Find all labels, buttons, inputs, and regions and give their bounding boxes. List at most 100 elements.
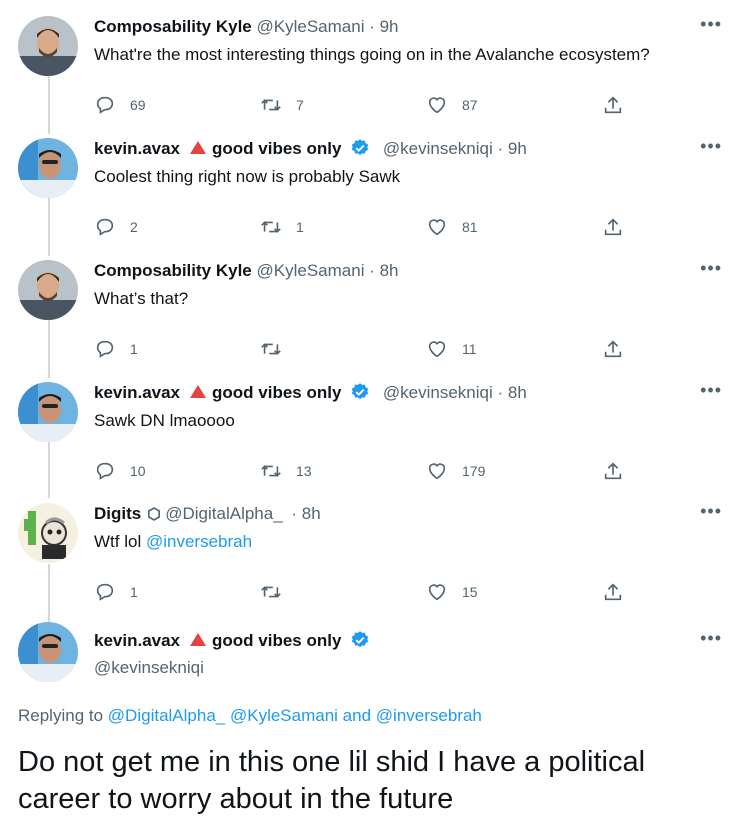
share-button[interactable] <box>602 94 638 116</box>
avalanche-triangle-icon <box>190 385 207 398</box>
retweet-button[interactable] <box>260 581 306 603</box>
replying-and[interactable]: and <box>343 706 371 725</box>
author-name[interactable]: kevin.avax <box>94 139 180 158</box>
more-options-button[interactable]: ••• <box>700 502 722 520</box>
reply-icon <box>96 96 114 114</box>
retweet-button[interactable]: 13 <box>260 460 312 482</box>
verified-badge-icon <box>351 383 369 400</box>
author-name-suffix[interactable]: good vibes only <box>212 631 341 650</box>
share-button[interactable] <box>602 460 638 482</box>
reply-count: 10 <box>130 463 146 479</box>
reply-button[interactable]: 2 <box>94 216 140 238</box>
author-name-suffix[interactable]: good vibes only <box>212 139 341 158</box>
author-handle[interactable]: @kevinsekniqi <box>383 139 493 158</box>
share-button[interactable] <box>602 216 638 238</box>
share-button[interactable] <box>602 581 638 603</box>
main-tweet: kevin.avax good vibes only ••• @kevinsekn… <box>0 622 744 690</box>
author-name[interactable]: kevin.avax <box>94 631 180 650</box>
mention-link[interactable]: @KyleSamani <box>230 706 338 725</box>
tweet-text: What’s that? <box>94 289 189 308</box>
like-button[interactable]: 87 <box>426 94 478 116</box>
more-options-button[interactable]: ••• <box>700 137 722 155</box>
tweet-text: Wtf lol @inversebrah <box>94 531 252 553</box>
reply-icon <box>96 340 114 358</box>
like-button[interactable]: 15 <box>426 581 478 603</box>
reply-button[interactable]: 10 <box>94 460 146 482</box>
more-options-button[interactable]: ••• <box>700 15 722 33</box>
share-icon <box>604 462 622 480</box>
reply-button[interactable]: 69 <box>94 94 146 116</box>
replying-prefix: Replying to <box>18 706 104 725</box>
replying-to: Replying to @DigitalAlpha_ @KyleSamani a… <box>18 706 482 726</box>
like-count: 15 <box>462 584 478 600</box>
tweet-header: kevin.avax good vibes only <box>94 630 370 652</box>
avatar[interactable] <box>18 622 78 682</box>
avatar[interactable] <box>18 260 78 320</box>
timestamp[interactable]: 8h <box>380 261 399 280</box>
avatar[interactable] <box>18 382 78 442</box>
avatar[interactable] <box>18 138 78 198</box>
retweet-icon <box>261 465 281 477</box>
tweet-text: What're the most interesting things goin… <box>94 45 650 64</box>
more-options-button[interactable]: ••• <box>700 629 722 647</box>
author-name[interactable]: Composability Kyle <box>94 261 252 280</box>
tweet-actions: 10 13 179 <box>94 460 634 488</box>
retweet-icon <box>261 221 281 233</box>
author-handle[interactable]: @KyleSamani <box>257 261 365 280</box>
tweet[interactable]: Composability Kyle @KyleSamani · 8h ••• … <box>0 259 744 370</box>
author-handle[interactable]: @DigitalAlpha_ <box>165 504 282 523</box>
timestamp[interactable]: 9h <box>508 139 527 158</box>
separator: · <box>364 261 380 280</box>
timestamp[interactable]: 8h <box>508 383 527 402</box>
share-icon <box>604 96 622 114</box>
mention-link[interactable]: @inversebrah <box>376 706 482 725</box>
reply-count: 2 <box>130 219 138 235</box>
avatar[interactable] <box>18 16 78 76</box>
retweet-icon <box>261 99 281 111</box>
more-options-button[interactable]: ••• <box>700 381 722 399</box>
like-button[interactable]: 81 <box>426 216 478 238</box>
share-icon <box>604 340 622 358</box>
author-handle[interactable]: @kevinsekniqi <box>94 658 204 678</box>
tweet-header: Composability Kyle @KyleSamani · 8h <box>94 260 399 282</box>
reply-count: 1 <box>130 341 138 357</box>
like-button[interactable]: 179 <box>426 460 485 482</box>
retweet-button[interactable] <box>260 338 306 360</box>
tweet[interactable]: Composability Kyle @KyleSamani · 9h ••• … <box>0 15 744 126</box>
retweet-button[interactable]: 7 <box>260 94 306 116</box>
author-name-suffix[interactable]: good vibes only <box>212 383 341 402</box>
author-handle[interactable]: @kevinsekniqi <box>383 383 493 402</box>
tweet[interactable]: kevin.avax good vibes only @kevinsekniqi … <box>0 137 744 248</box>
share-button[interactable] <box>602 338 638 360</box>
timestamp[interactable]: 8h <box>302 504 321 523</box>
tweet[interactable]: kevin.avax good vibes only @kevinsekniqi … <box>0 381 744 492</box>
author-name[interactable]: Digits <box>94 504 141 523</box>
mention-link[interactable]: @DigitalAlpha_ <box>108 706 225 725</box>
heart-icon <box>428 219 446 236</box>
avatar[interactable] <box>18 503 78 563</box>
author-handle[interactable]: @KyleSamani <box>257 17 365 36</box>
like-button[interactable]: 11 <box>426 338 477 360</box>
avalanche-triangle-icon <box>190 141 207 154</box>
separator: · <box>492 383 508 402</box>
verified-badge-icon <box>351 631 369 648</box>
hexagon-icon <box>148 507 161 521</box>
timestamp[interactable]: 9h <box>380 17 399 36</box>
reply-count: 69 <box>130 97 146 113</box>
retweet-button[interactable]: 1 <box>260 216 306 238</box>
heart-icon <box>428 97 446 114</box>
retweet-count: 7 <box>296 97 304 113</box>
more-options-button[interactable]: ••• <box>700 259 722 277</box>
author-name[interactable]: kevin.avax <box>94 383 180 402</box>
reply-icon <box>96 583 114 601</box>
retweet-icon <box>261 586 281 598</box>
author-name[interactable]: Composability Kyle <box>94 17 252 36</box>
tweet-header: kevin.avax good vibes only @kevinsekniqi … <box>94 138 527 160</box>
tweet[interactable]: Digits @DigitalAlpha_ · 8h ••• Wtf lol @i… <box>0 502 744 613</box>
reply-button[interactable]: 1 <box>94 338 140 360</box>
reply-button[interactable]: 1 <box>94 581 140 603</box>
mention-link[interactable]: @inversebrah <box>146 532 252 551</box>
retweet-icon <box>261 343 281 355</box>
share-icon <box>604 218 622 236</box>
tweet-header: Digits @DigitalAlpha_ · 8h <box>94 503 321 525</box>
